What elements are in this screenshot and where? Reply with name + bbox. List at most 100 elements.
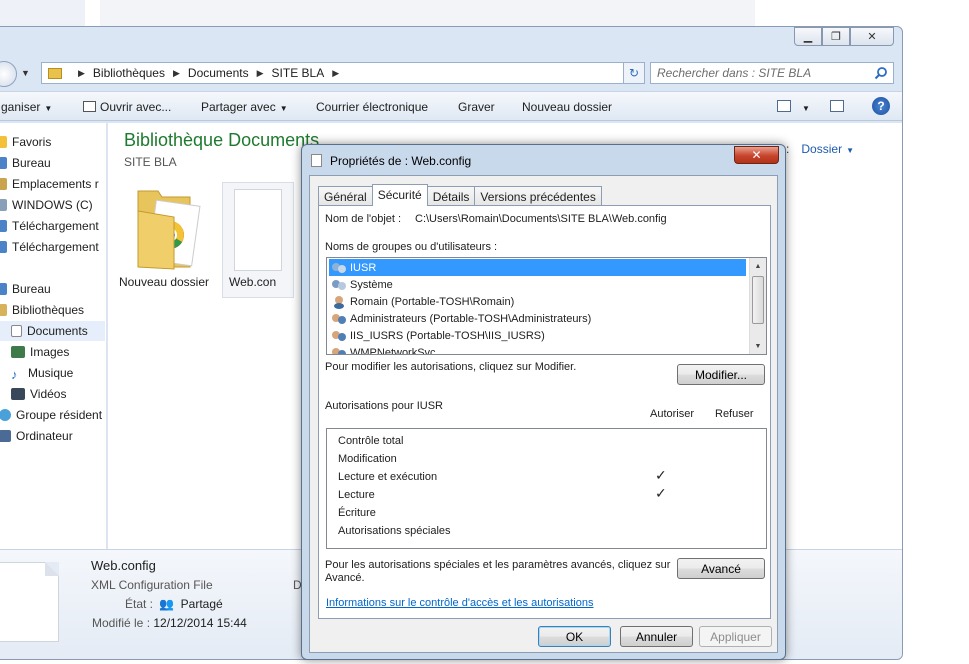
back-button[interactable] — [0, 61, 17, 87]
tab-security[interactable]: Sécurité — [371, 184, 428, 206]
nav-label: Favoris — [12, 135, 52, 149]
details-state: État : 👥 Partagé — [125, 597, 223, 611]
list-item[interactable]: IIS_IUSRS (Portable-TOSH\IIS_IUSRS) — [329, 327, 545, 344]
arrange-by[interactable]: s:Dossier▼ — [780, 142, 854, 156]
users-scrollbar[interactable]: ▲ ▼ — [749, 258, 766, 354]
shared-users-icon: 👥 — [159, 597, 175, 611]
nav-label: Bureau — [12, 282, 51, 296]
close-button[interactable]: ✕ — [850, 27, 894, 46]
minimize-icon: ▁ — [803, 31, 813, 43]
nav-desktop[interactable]: Bureau — [0, 279, 51, 299]
restore-icon: ❐ — [831, 31, 841, 43]
users-listbox[interactable]: IUSR Système Romain (Portable-TOSH\Romai… — [326, 257, 767, 355]
dialog-titlebar[interactable]: Propriétés de : Web.config ✕ — [302, 145, 785, 175]
open-with-button[interactable]: Ouvrir avec... — [83, 100, 171, 114]
advanced-button[interactable]: Avancé — [677, 558, 765, 579]
help-icon[interactable]: ? — [872, 97, 890, 115]
file-item-web-config[interactable]: Web.con — [222, 182, 294, 298]
user-name: IUSR — [350, 261, 377, 274]
change-view-icon[interactable] — [777, 100, 791, 112]
ok-button[interactable]: OK — [538, 626, 611, 647]
nav-recent-places[interactable]: Emplacements r — [0, 174, 99, 194]
nav-libraries[interactable]: Bibliothèques — [0, 300, 84, 320]
nav-documents[interactable]: Documents — [0, 321, 105, 341]
library-subtitle: SITE BLA — [124, 155, 177, 169]
list-item[interactable]: Administrateurs (Portable-TOSH\Administr… — [329, 310, 591, 327]
allow-column-header: Autoriser — [650, 408, 695, 420]
apply-button[interactable]: Appliquer — [699, 626, 772, 647]
permission-row: Lecture et exécution — [338, 471, 438, 483]
security-panel: Nom de l'objet : C:\Users\Romain\Documen… — [318, 205, 771, 619]
recent-pages-dropdown-icon[interactable]: ▼ — [21, 68, 30, 78]
nav-computer[interactable]: Ordinateur — [0, 426, 73, 446]
nav-images[interactable]: Images — [11, 342, 69, 362]
preview-pane-icon[interactable] — [830, 100, 844, 112]
maximize-button[interactable]: ❐ — [822, 27, 850, 46]
user-group-icon — [332, 262, 347, 274]
user-icon — [332, 295, 347, 309]
breadcrumb-separator-icon[interactable]: ▶ — [78, 68, 85, 79]
email-button[interactable]: Courrier électronique — [316, 100, 428, 114]
nav-windows-drive[interactable]: WINDOWS (C) — [0, 195, 93, 215]
modified-value: 12/12/2014 15:44 — [153, 616, 247, 630]
list-item[interactable]: WMPNetworkSvc — [329, 344, 436, 354]
breadcrumb-item[interactable]: SITE BLA — [272, 66, 325, 80]
file-item-new-folder[interactable]: Nouveau dossier — [114, 181, 214, 297]
nav-label: Téléchargement — [12, 240, 99, 254]
modify-button[interactable]: Modifier... — [677, 364, 765, 385]
list-item[interactable]: Romain (Portable-TOSH\Romain) — [329, 293, 514, 310]
breadcrumb: ▶ Bibliothèques ▶ Documents ▶ SITE BLA ▶ — [70, 66, 347, 80]
nav-music[interactable]: ♪ Musique — [11, 363, 73, 383]
scroll-thumb[interactable] — [752, 276, 764, 324]
star-icon — [0, 136, 7, 148]
nav-desktop-fav[interactable]: Bureau — [0, 153, 51, 173]
folder-icon — [48, 67, 62, 79]
new-folder-button[interactable]: Nouveau dossier — [522, 100, 612, 114]
breadcrumb-item[interactable]: Bibliothèques — [93, 66, 165, 80]
organize-label: ganiser — [1, 100, 41, 114]
object-name-label: Nom de l'objet : — [325, 213, 402, 225]
dialog-close-button[interactable]: ✕ — [734, 146, 779, 164]
burn-button[interactable]: Graver — [458, 100, 495, 114]
nav-favorites[interactable]: Favoris — [0, 132, 51, 152]
breadcrumb-separator-icon[interactable]: ▶ — [173, 68, 180, 79]
permission-row: Modification — [338, 453, 397, 465]
tab-previous-versions[interactable]: Versions précédentes — [474, 186, 602, 206]
refresh-button[interactable]: ↻ — [623, 62, 645, 84]
address-bar[interactable]: ▶ Bibliothèques ▶ Documents ▶ SITE BLA ▶… — [41, 62, 639, 84]
view-dropdown-icon[interactable]: ▼ — [798, 100, 810, 114]
nav-videos[interactable]: Vidéos — [11, 384, 66, 404]
permissions-list: Contrôle total Modification Lecture et e… — [326, 428, 767, 549]
breadcrumb-separator-icon[interactable]: ▶ — [332, 68, 339, 79]
tab-details[interactable]: Détails — [426, 186, 476, 206]
state-label: État : — [125, 597, 154, 611]
cancel-button[interactable]: Annuler — [620, 626, 693, 647]
command-bar: ganiser ▼ Ouvrir avec... Partager avec ▼ C… — [0, 91, 902, 121]
scroll-down-icon[interactable]: ▼ — [750, 338, 766, 354]
search-input[interactable] — [651, 63, 861, 83]
groups-label: Noms de groupes ou d'utilisateurs : — [325, 241, 498, 253]
computer-icon — [0, 430, 11, 442]
dialog-title: Propriétés de : Web.config — [330, 154, 472, 168]
nav-label: Documents — [27, 324, 88, 338]
nav-homegroup[interactable]: Groupe résident — [0, 405, 102, 425]
list-item[interactable]: Système — [329, 276, 393, 293]
nav-downloads-1[interactable]: Téléchargement — [0, 216, 99, 236]
nav-label: Ordinateur — [16, 429, 73, 443]
object-path: C:\Users\Romain\Documents\SITE BLA\Web.c… — [415, 213, 667, 225]
scroll-up-icon[interactable]: ▲ — [750, 258, 766, 274]
search-icon[interactable] — [874, 66, 888, 80]
access-control-help-link[interactable]: Informations sur le contrôle d'accès et … — [326, 597, 593, 609]
permission-row: Contrôle total — [338, 435, 404, 447]
nav-downloads-2[interactable]: Téléchargement — [0, 237, 99, 257]
organize-button[interactable]: ganiser ▼ — [1, 100, 52, 114]
minimize-button[interactable]: ▁ — [794, 27, 822, 46]
tab-general[interactable]: Général — [318, 186, 373, 206]
deny-column-header: Refuser — [715, 408, 754, 420]
document-library-icon — [11, 325, 22, 337]
list-item[interactable]: IUSR — [329, 259, 746, 276]
breadcrumb-item[interactable]: Documents — [188, 66, 249, 80]
nav-label: Images — [30, 345, 70, 359]
breadcrumb-separator-icon[interactable]: ▶ — [257, 68, 264, 79]
share-button[interactable]: Partager avec ▼ — [201, 100, 288, 114]
